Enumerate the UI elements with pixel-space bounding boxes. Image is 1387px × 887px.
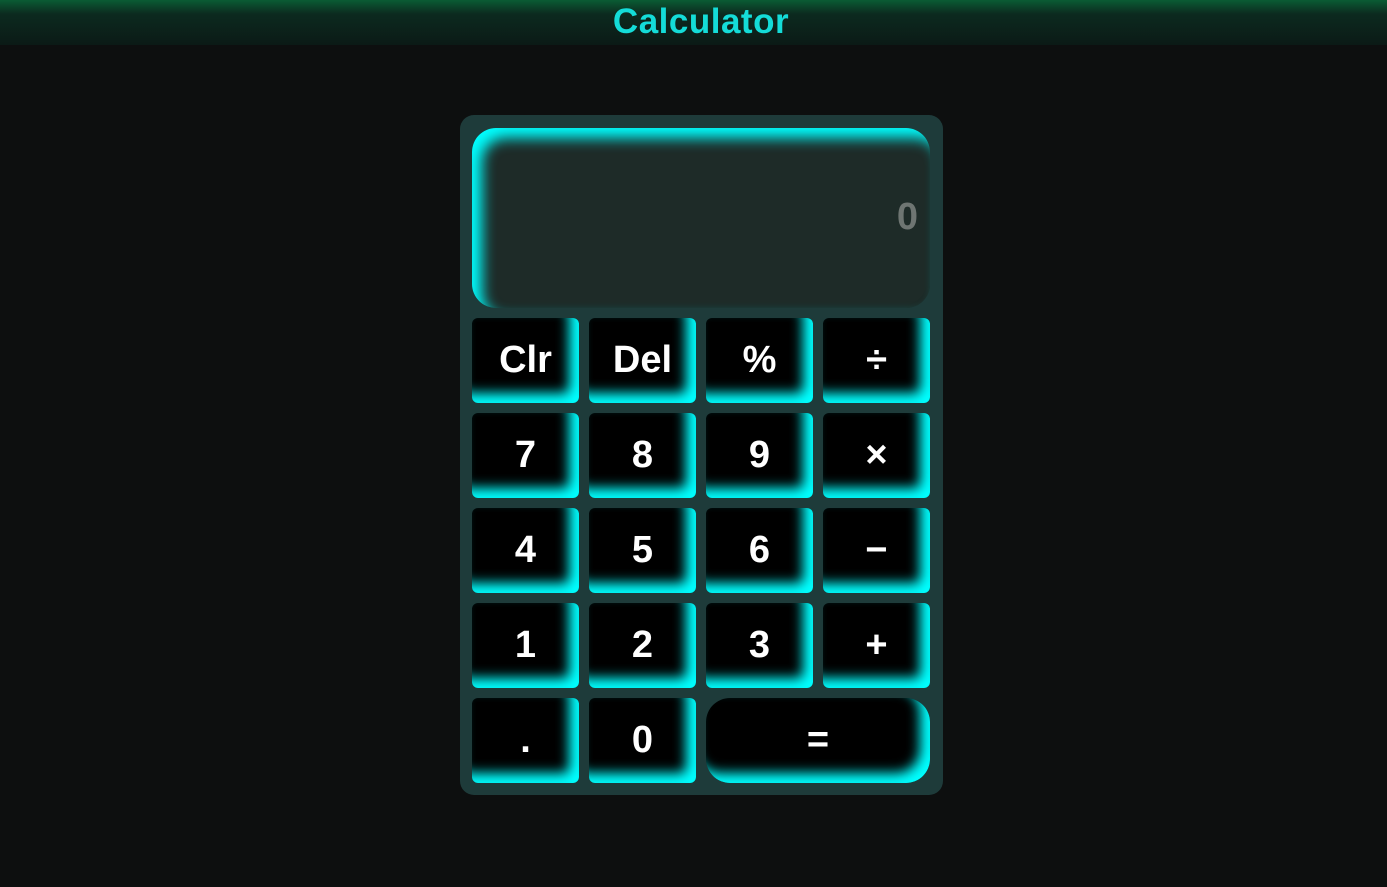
delete-button[interactable]: Del — [589, 318, 696, 403]
digit-0-button[interactable]: 0 — [589, 698, 696, 783]
subtract-button[interactable]: − — [823, 508, 930, 593]
percent-button[interactable]: % — [706, 318, 813, 403]
digit-1-button[interactable]: 1 — [472, 603, 579, 688]
clear-button[interactable]: Clr — [472, 318, 579, 403]
multiply-button[interactable]: × — [823, 413, 930, 498]
add-button[interactable]: + — [823, 603, 930, 688]
digit-3-button[interactable]: 3 — [706, 603, 813, 688]
digit-4-button[interactable]: 4 — [472, 508, 579, 593]
digit-8-button[interactable]: 8 — [589, 413, 696, 498]
calculator-body: 0 Clr Del % ÷ 7 8 9 × 4 5 6 − 1 2 3 + . … — [460, 115, 943, 795]
digit-2-button[interactable]: 2 — [589, 603, 696, 688]
digit-9-button[interactable]: 9 — [706, 413, 813, 498]
divide-button[interactable]: ÷ — [823, 318, 930, 403]
equals-button[interactable]: = — [706, 698, 930, 783]
decimal-button[interactable]: . — [472, 698, 579, 783]
digit-7-button[interactable]: 7 — [472, 413, 579, 498]
display-value: 0 — [896, 196, 918, 238]
app-title: Calculator — [612, 2, 790, 41]
digit-6-button[interactable]: 6 — [706, 508, 813, 593]
digit-5-button[interactable]: 5 — [589, 508, 696, 593]
calculator-display: 0 — [472, 128, 930, 308]
